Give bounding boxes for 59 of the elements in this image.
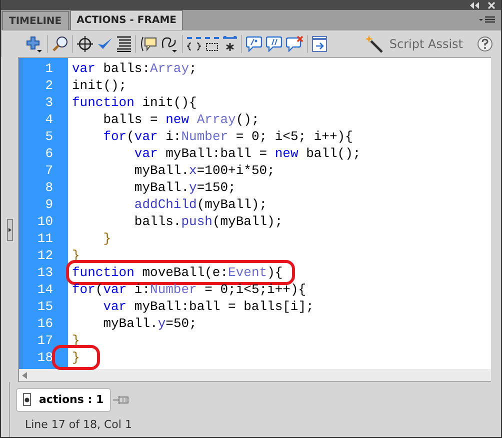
line-number: 5 [44, 129, 53, 144]
expand-handle-icon[interactable] [6, 218, 12, 240]
line-number: 17 [36, 333, 53, 348]
code-line: addChild(myBall); [133, 196, 268, 213]
line-number: 15 [36, 299, 53, 314]
panel-tab[interactable]: ACTIONS - FRAME [70, 10, 184, 30]
code-line: var myBall:ball = balls[i]; [102, 298, 314, 315]
crosshair-icon[interactable] [77, 36, 93, 52]
add-icon[interactable] [26, 36, 43, 52]
line-number: 9 [44, 197, 53, 212]
line-number: 13 [36, 265, 53, 280]
collapse-braces-icon[interactable] [187, 36, 201, 52]
line-comment-icon[interactable] [266, 36, 282, 52]
pin-icon[interactable] [112, 394, 130, 406]
collapse-selection-icon[interactable] [205, 36, 219, 52]
code-line: myBall.y=50; [102, 315, 197, 332]
check-icon[interactable] [97, 37, 113, 51]
code-line: myBall.x=100+i*50; [133, 162, 275, 179]
line-number: 3 [44, 95, 53, 110]
search-icon[interactable] [52, 36, 68, 52]
panel-tab[interactable]: TIMELINE [2, 11, 69, 30]
code-line: myBall.y=150; [133, 179, 236, 196]
line-number: 18 [36, 350, 53, 365]
status-text: Line 17 of 18, Col 1 [24, 417, 133, 431]
line-number: 12 [36, 248, 53, 263]
help-icon[interactable] [477, 36, 493, 52]
remove-comment-icon[interactable] [286, 36, 303, 52]
format-lines-icon[interactable] [117, 36, 131, 52]
line-number: 11 [36, 231, 53, 246]
line-number: 14 [36, 282, 53, 297]
close-icon[interactable] [488, 2, 495, 8]
code-line: for(var i:Number = 0;i<5;i++){ [72, 281, 306, 298]
debug-icon[interactable] [161, 36, 178, 52]
code-line: balls = new Array(); [102, 111, 260, 128]
line-number: 2 [44, 78, 53, 93]
code-line: balls.push(myBall); [133, 213, 283, 230]
line-number: 8 [44, 180, 53, 195]
block-comment-icon[interactable] [246, 36, 262, 52]
code-line: for(var i:Number = 0; i<5; i++){ [102, 128, 353, 145]
script-file-icon [23, 393, 31, 406]
magic-wand-icon [365, 35, 384, 53]
code-line: } [102, 230, 112, 247]
line-number: 4 [44, 112, 53, 127]
code-line: function init(){ [72, 94, 197, 111]
panel-menu-icon[interactable] [479, 16, 495, 24]
toolbox-panel-icon[interactable] [312, 36, 327, 52]
line-number: 10 [36, 214, 53, 229]
line-number: 16 [36, 316, 53, 331]
code-line: init(); [72, 77, 127, 94]
line-number: 7 [44, 163, 53, 178]
line-number: 6 [44, 146, 53, 161]
code-line: var balls:Array; [72, 60, 197, 77]
script-tab[interactable]: actions : 1 [16, 388, 111, 412]
code-line: var myBall:ball = new ball(); [133, 145, 361, 162]
scroll-left-icon[interactable] [22, 372, 27, 378]
line-number: 1 [44, 61, 53, 76]
expand-all-icon[interactable] [223, 36, 237, 52]
script-assist-button[interactable]: Script Assist [365, 35, 463, 53]
code-hint-icon[interactable] [140, 36, 157, 52]
